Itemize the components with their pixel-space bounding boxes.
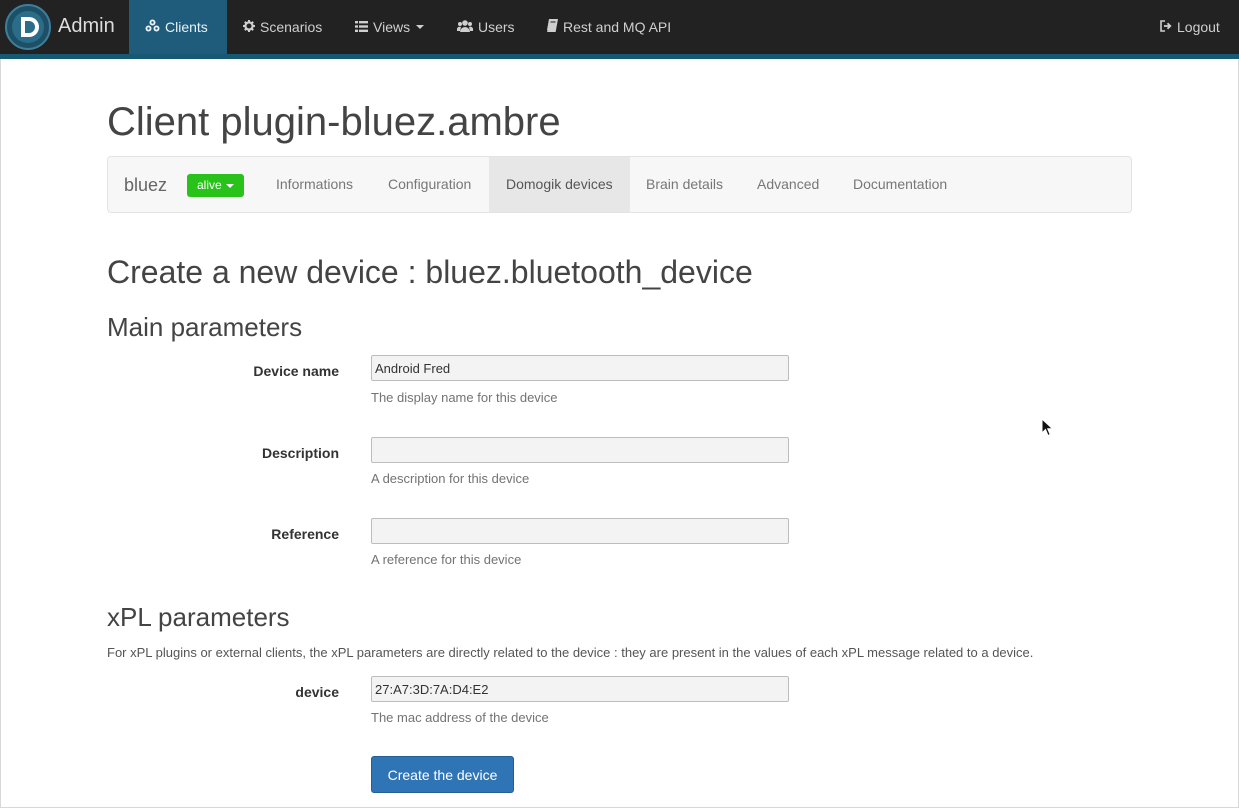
main-parameters-heading: Main parameters [107,312,303,342]
create-device-heading: Create a new device : bluez.bluetooth_de… [107,254,753,290]
tab-label: Advanced [757,176,820,192]
page-title: Client plugin-bluez.ambre [107,100,561,144]
nav-logout-label: Logout [1177,19,1220,35]
nav-views-label: Views [373,19,411,35]
tab-domogik-devices[interactable]: Domogik devices [489,157,630,212]
domogik-logo-icon [5,4,51,50]
list-icon [355,19,368,35]
device-name-help: The display name for this device [371,390,558,405]
tab-advanced[interactable]: Advanced [741,157,835,212]
top-navbar: Admin Clients Scenarios Views Users Rest… [0,0,1239,59]
device-name-input[interactable] [371,355,789,381]
tab-label: Documentation [853,176,948,192]
nav-scenarios-label: Scenarios [260,19,323,35]
tab-documentation[interactable]: Documentation [837,157,963,212]
tab-label: Brain details [646,176,724,192]
tab-configuration[interactable]: Configuration [372,157,487,212]
device-mac-help: The mac address of the device [371,710,549,725]
nav-clients-label: Clients [165,19,208,35]
users-icon [456,19,474,35]
description-label: Description [261,445,339,461]
clients-icon [145,19,160,35]
tab-label: Domogik devices [506,176,613,192]
device-name-label: Device name [253,363,339,379]
logout-icon [1160,19,1172,35]
nav-views[interactable]: Views [355,0,425,54]
status-label: alive [197,178,222,192]
nav-users-label: Users [478,19,515,35]
reference-label: Reference [271,526,339,542]
nav-scenarios[interactable]: Scenarios [243,0,322,54]
reference-help: A reference for this device [371,552,522,567]
tab-label: Informations [276,176,354,192]
subnav-brand[interactable]: bluez [124,175,167,196]
tab-informations[interactable]: Informations [260,157,369,212]
book-icon [546,19,558,35]
xpl-parameters-heading: xPL parameters [107,602,290,632]
nav-logout[interactable]: Logout [1160,0,1220,54]
create-device-button[interactable]: Create the device [371,756,514,793]
mouse-cursor-icon [1041,418,1054,437]
chevron-down-icon [225,183,234,188]
client-subnav: bluez alive Informations Configuration D… [107,156,1132,213]
nav-rest-api[interactable]: Rest and MQ API [546,0,671,54]
chevron-down-icon [416,25,425,29]
gear-icon [243,19,255,35]
device-mac-label: device [295,684,339,700]
description-input[interactable] [371,437,789,463]
description-help: A description for this device [371,471,530,486]
tab-brain-details[interactable]: Brain details [630,157,739,212]
status-badge[interactable]: alive [187,174,244,197]
tab-label: Configuration [388,176,472,192]
xpl-description: For xPL plugins or external clients, the… [107,645,1034,660]
device-mac-input[interactable] [371,676,789,702]
nav-clients[interactable]: Clients [129,0,227,54]
nav-rest-api-label: Rest and MQ API [563,19,672,35]
nav-users[interactable]: Users [456,0,515,54]
reference-input[interactable] [371,518,789,544]
brand-title: Admin [58,15,115,37]
